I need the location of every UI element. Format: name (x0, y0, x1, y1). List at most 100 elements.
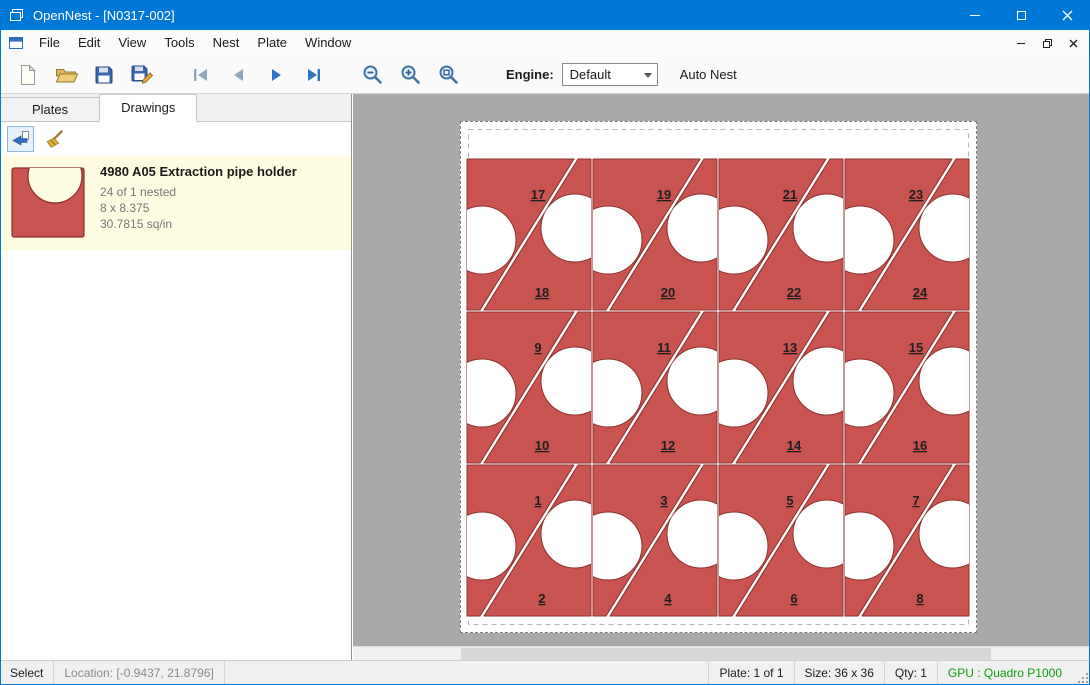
drawing-size: 8 x 8.375 (100, 200, 297, 216)
mdi-minimize-icon (1017, 43, 1025, 44)
part-number: 17 (531, 187, 545, 202)
maximize-button[interactable] (998, 0, 1044, 30)
close-icon (1062, 10, 1073, 21)
drawing-list-item[interactable]: 4980 A05 Extraction pipe holder 24 of 1 … (0, 156, 351, 250)
part-number: 15 (909, 340, 923, 355)
part-pair[interactable]: 78 (826, 465, 976, 616)
status-qty: Qty: 1 (884, 661, 937, 685)
panel-tabstrip: Plates Drawings (0, 94, 351, 122)
close-button[interactable] (1044, 0, 1090, 30)
zoom-extents-button[interactable] (432, 60, 464, 90)
auto-nest-button[interactable]: Auto Nest (674, 67, 743, 82)
next-arrow-icon (267, 67, 286, 83)
menu-file[interactable]: File (30, 30, 69, 56)
status-location: Location: [-0.9437, 21.8796] (54, 661, 224, 685)
menu-window[interactable]: Window (296, 30, 360, 56)
move-back-button[interactable] (7, 126, 34, 152)
broom-icon (45, 130, 64, 149)
status-mode: Select (0, 661, 54, 685)
part-pair[interactable]: 1516 (826, 312, 976, 463)
previous-arrow-icon (229, 67, 248, 83)
part-number: 23 (909, 187, 923, 202)
menu-plate[interactable]: Plate (248, 30, 296, 56)
part-number: 6 (790, 591, 797, 606)
zoom-out-button[interactable] (356, 60, 388, 90)
part-pair[interactable]: 12 (461, 465, 609, 616)
part-pair[interactable]: 13 14 (700, 312, 861, 463)
scrollbar-thumb[interactable] (461, 648, 991, 660)
part-pair[interactable]: 34 (574, 465, 735, 616)
part-number: 12 (661, 438, 675, 453)
main-toolbar: Engine: Default Auto Nest (0, 56, 1090, 94)
part-pair[interactable]: 1920 (574, 159, 735, 310)
engine-select[interactable]: Default (562, 63, 658, 86)
zoom-in-button[interactable] (394, 60, 426, 90)
first-plate-button[interactable] (184, 60, 216, 90)
part-pair[interactable]: 11 12 (574, 312, 735, 463)
mdi-restore-button[interactable] (1036, 33, 1058, 53)
part-number: 1 (534, 493, 541, 508)
status-size: Size: 36 x 36 (794, 661, 884, 685)
status-plate: Plate: 1 of 1 (708, 661, 793, 685)
menu-view[interactable]: View (109, 30, 155, 56)
engine-selected-value: Default (570, 67, 611, 82)
zoom-in-icon (400, 64, 421, 85)
mdi-close-icon (1069, 39, 1078, 48)
menu-nest[interactable]: Nest (204, 30, 249, 56)
part-number: 13 (783, 340, 797, 355)
title-bar: OpenNest - [N0317-002] (0, 0, 1090, 30)
part-pair[interactable]: 56 (700, 465, 861, 616)
maximize-icon (1017, 11, 1026, 20)
part-pair[interactable]: 9 10 (461, 312, 609, 463)
drawings-toolbar (0, 122, 351, 156)
resize-grip[interactable] (1072, 661, 1090, 685)
next-plate-button[interactable] (260, 60, 292, 90)
side-panel: Plates Drawings 4980 A05 Extr (0, 94, 352, 660)
open-folder-icon (55, 66, 78, 84)
mdi-close-button[interactable] (1062, 33, 1084, 53)
last-arrow-icon (305, 67, 324, 83)
nest-canvas[interactable]: 171819202122232491011121314151612345678 (353, 94, 1090, 646)
tab-plates[interactable]: Plates (0, 97, 100, 121)
window-title: OpenNest - [N0317-002] (33, 8, 175, 23)
nest-drawing[interactable]: 171819202122232491011121314151612345678 (461, 122, 976, 632)
tab-drawings[interactable]: Drawings (99, 94, 197, 122)
status-bar: Select Location: [-0.9437, 21.8796] Plat… (0, 660, 1090, 685)
part-number: 7 (912, 493, 919, 508)
mdi-child-icon (8, 35, 24, 51)
horizontal-scrollbar[interactable] (353, 646, 1090, 660)
save-edit-button[interactable] (126, 60, 158, 90)
menu-tools[interactable]: Tools (155, 30, 203, 56)
part-number: 20 (661, 285, 675, 300)
part-number: 10 (535, 438, 549, 453)
part-number: 11 (657, 340, 671, 355)
previous-plate-button[interactable] (222, 60, 254, 90)
save-edit-icon (131, 64, 153, 85)
plate[interactable]: 171819202122232491011121314151612345678 (460, 121, 977, 633)
mdi-minimize-button[interactable] (1010, 33, 1032, 53)
part-number: 21 (783, 187, 797, 202)
save-button[interactable] (88, 60, 120, 90)
menu-edit[interactable]: Edit (69, 30, 109, 56)
part-number: 2 (538, 591, 545, 606)
part-pair[interactable]: 2324 (826, 159, 976, 310)
part-number: 14 (787, 438, 802, 453)
part-number: 8 (916, 591, 923, 606)
part-number: 18 (535, 285, 549, 300)
part-number: 4 (664, 591, 672, 606)
drawing-area: 30.7815 sq/in (100, 216, 297, 232)
last-plate-button[interactable] (298, 60, 330, 90)
engine-label: Engine: (506, 67, 554, 82)
part-pair[interactable]: 2122 (700, 159, 861, 310)
minimize-button[interactable] (952, 0, 998, 30)
zoom-out-icon (362, 64, 383, 85)
drawing-nested-count: 24 of 1 nested (100, 184, 297, 200)
new-file-icon (18, 64, 38, 86)
part-pair[interactable]: 1718 (461, 159, 609, 310)
new-button[interactable] (12, 60, 44, 90)
chevron-down-icon (644, 73, 652, 78)
open-button[interactable] (50, 60, 82, 90)
clear-nest-button[interactable] (41, 126, 68, 152)
part-number: 9 (534, 340, 541, 355)
part-number: 5 (786, 493, 793, 508)
